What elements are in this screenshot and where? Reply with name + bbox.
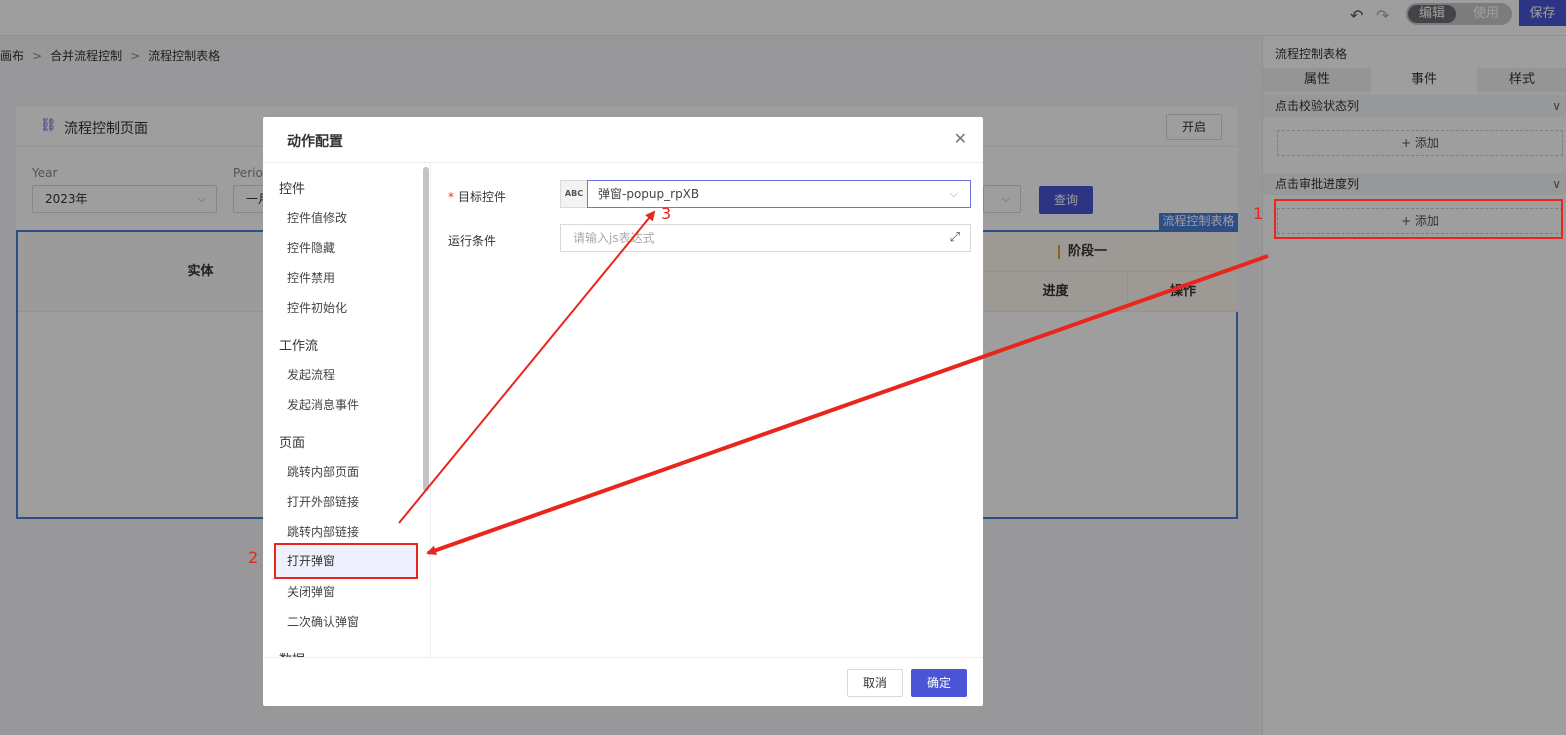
annotation-arrow-2-to-3	[398, 210, 656, 524]
annotation-arrows	[398, 210, 1269, 556]
annotation-arrow-1-to-2	[426, 254, 1269, 556]
